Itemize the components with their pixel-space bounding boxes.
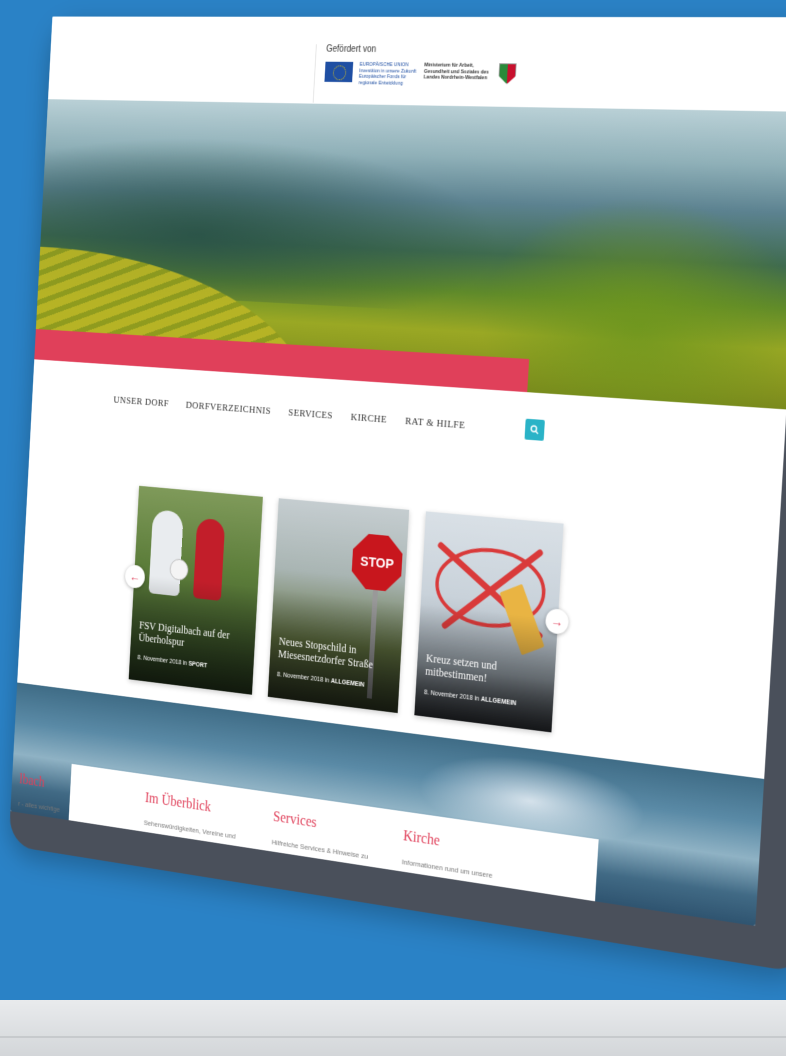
info-desc: Informationen rund um unsere <box>402 858 522 885</box>
stop-sign-icon: STOP <box>351 533 404 593</box>
nav-item-rat-hilfe[interactable]: RAT & HILFE <box>405 416 466 432</box>
news-slide-stopschild[interactable]: STOP Neues Stopschild in Miesesnetzdorfe… <box>268 498 409 713</box>
info-title[interactable]: Kirche <box>403 828 523 862</box>
news-slide-sport[interactable]: FSV Digitalbach auf der Überholspur 8. N… <box>129 486 263 695</box>
info-column[interactable]: Kirche Informationen rund um unsere <box>402 828 523 884</box>
site-header: Gefördert von EUROPÄISCHE UNION Investit… <box>48 17 786 112</box>
arrow-right-icon: → <box>550 613 563 629</box>
search-button[interactable] <box>524 419 544 441</box>
info-title[interactable]: Services <box>273 809 387 842</box>
nrw-crest-logo <box>498 63 516 84</box>
news-slide-kreuz[interactable]: Kreuz setzen und mitbestimmen! 8. Novemb… <box>414 511 563 732</box>
search-icon <box>530 425 539 435</box>
sponsor-block: Gefördert von EUROPÄISCHE UNION Investit… <box>313 44 537 106</box>
ministry-logo-text: Ministerium für Arbeit, Gesundheit und S… <box>423 63 492 82</box>
eu-logo-text: EUROPÄISCHE UNION Investition in unsere … <box>358 62 417 87</box>
info-column[interactable]: lbach r - alles wichtige <box>18 772 123 823</box>
sponsor-title: Gefördert von <box>326 44 537 56</box>
website-screen: Gefördert von EUROPÄISCHE UNION Investit… <box>10 17 786 926</box>
laptop-frame: Gefördert von EUROPÄISCHE UNION Investit… <box>9 17 786 974</box>
eu-flag-logo <box>324 62 353 82</box>
info-desc: Hilfreiche Services & Hinweise zu <box>271 838 385 863</box>
info-column[interactable]: Im Überblick Sehenswürdigkeiten, Vereine… <box>144 790 254 843</box>
info-title[interactable]: Im Überblick <box>145 790 254 822</box>
info-column[interactable]: Services Hilfreiche Services & Hinweise … <box>271 809 387 863</box>
nav-item-dorfverzeichnis[interactable]: DORFVERZEICHNIS <box>185 400 271 417</box>
nav-item-unser-dorf[interactable]: UNSER DORF <box>113 395 169 410</box>
nav-item-services[interactable]: SERVICES <box>288 407 333 421</box>
info-title[interactable]: lbach <box>19 772 123 803</box>
laptop-base <box>0 1000 786 1056</box>
info-desc: Sehenswürdigkeiten, Vereine und <box>144 819 253 843</box>
arrow-left-icon: ← <box>129 569 140 584</box>
nav-item-kirche[interactable]: KIRCHE <box>350 412 387 426</box>
stop-sign-text: STOP <box>360 553 394 572</box>
